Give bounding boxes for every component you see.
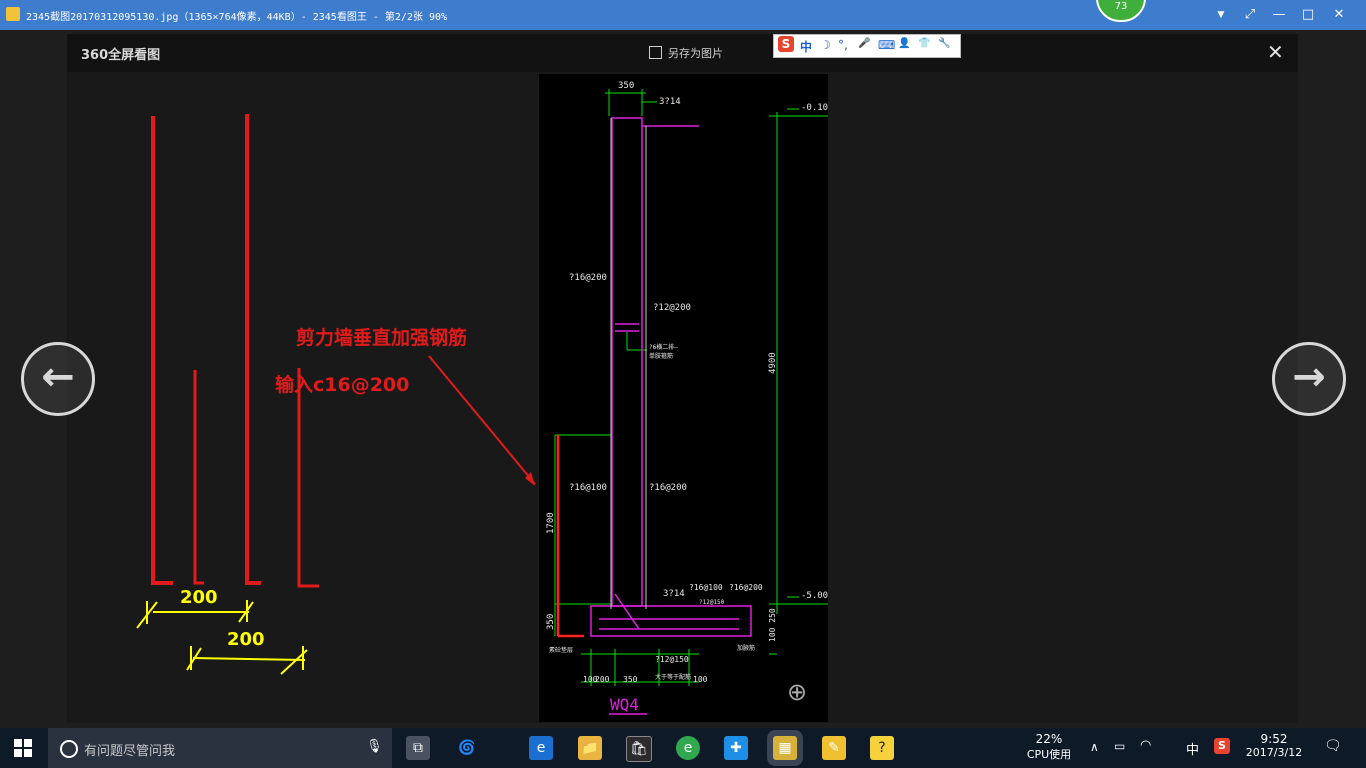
- search-placeholder: 有问题尽管问我: [84, 744, 176, 759]
- keyboard-icon[interactable]: ⌨: [878, 38, 895, 52]
- save-as-label: 另存为图片: [668, 47, 723, 60]
- sogou-logo-icon[interactable]: S: [778, 36, 794, 52]
- wifi-icon[interactable]: ◠: [1140, 738, 1151, 753]
- cpu-label: CPU使用: [1026, 748, 1072, 761]
- battery-icon[interactable]: ▭: [1114, 739, 1125, 753]
- dim-bottom-4: 100: [693, 675, 708, 684]
- maximize-button[interactable]: □: [1299, 6, 1317, 24]
- score-badge[interactable]: 73: [1096, 0, 1146, 22]
- dim-bottom-3: 350: [623, 675, 638, 684]
- dim-bottom-2: 200: [595, 675, 610, 684]
- label-rebar-a: ?16@200: [569, 273, 607, 283]
- viewer-close-icon[interactable]: ✕: [1267, 40, 1284, 64]
- cpu-usage[interactable]: 22% CPU使用: [1020, 732, 1078, 762]
- label-rebar-h: ?16@200: [729, 583, 763, 592]
- sogou-tray-icon[interactable]: S: [1214, 738, 1230, 754]
- save-icon: [649, 46, 662, 59]
- 360-browser-icon[interactable]: e: [676, 736, 700, 760]
- label-rebar-j: ?12@150: [699, 599, 725, 606]
- windows-start-icon[interactable]: [14, 739, 32, 757]
- arrow-right-icon: →: [1292, 354, 1326, 400]
- next-image-button[interactable]: →: [1272, 342, 1346, 416]
- settings-wrench-icon[interactable]: 🔧: [938, 38, 950, 49]
- cad-drawing: 350 3?14 -0.100 -5.000 ?16@200 ?12@200 ?…: [539, 74, 828, 722]
- clock[interactable]: 9:52 2017/3/12: [1244, 732, 1304, 759]
- mic-icon[interactable]: 🎤: [858, 38, 870, 49]
- notification-center-icon[interactable]: 🗨: [1324, 738, 1342, 754]
- label-rebar-g: ?16@100: [689, 583, 723, 592]
- 2345-viewer-taskbar-icon[interactable]: ▦: [773, 736, 797, 760]
- annotation-title: 剪力墙垂直加强钢筋: [296, 327, 468, 349]
- tray-chevron-up-icon[interactable]: ∧: [1090, 740, 1099, 754]
- task-view-icon[interactable]: ⧉: [406, 736, 430, 760]
- dimension-label-2: 200: [227, 629, 265, 650]
- dimension-label-1: 200: [180, 587, 218, 608]
- user-icon[interactable]: 👤: [898, 38, 910, 49]
- cad-drawing-svg: 350 3?14 -0.100 -5.000 ?16@200 ?12@200 ?…: [546, 81, 828, 715]
- app-icon: [6, 7, 20, 21]
- label-rebar-f: 3?14: [663, 589, 685, 599]
- dim-100-250: 100 250: [768, 608, 777, 642]
- dropdown-icon[interactable]: ▼: [1212, 6, 1230, 24]
- file-explorer-icon[interactable]: 📁: [578, 736, 602, 760]
- label-rebar-i: ?12@150: [655, 655, 689, 664]
- label-rebar-e: ?16@200: [649, 483, 687, 493]
- annotation-subtitle: 输入c16@200: [275, 374, 410, 396]
- label-right-note: 加腋筋: [737, 644, 755, 652]
- microphone-icon[interactable]: 🎙: [366, 739, 383, 754]
- save-as-button[interactable]: 另存为图片: [649, 45, 723, 61]
- clock-time: 9:52: [1260, 732, 1288, 746]
- store-icon[interactable]: 🛍: [626, 736, 652, 762]
- label-mid-note: 大于等于配筋: [655, 673, 691, 681]
- label-left-note: 素砼垫层: [549, 646, 573, 654]
- image-viewer: 360全屏看图 另存为图片 S 中 ☽ °, 🎤 ⌨ 👤 👕 🔧 ✕ 350 3…: [21, 34, 1346, 723]
- dim-base-thickness: 350: [546, 614, 556, 630]
- edge-browser-icon[interactable]: e: [529, 736, 553, 760]
- close-button[interactable]: ✕: [1330, 6, 1348, 24]
- punctuation-icon[interactable]: °,: [838, 38, 848, 52]
- label-rebar-c: ?6横二排—: [649, 343, 678, 351]
- label-top-level: -0.100: [801, 103, 828, 113]
- dim-top-width: 350: [618, 81, 634, 91]
- window-title: 2345截图20170312095130.jpg（1365×764像素，44KB…: [26, 12, 448, 23]
- spiral-app-icon[interactable]: 🌀: [455, 736, 479, 760]
- cortana-search-box[interactable]: 有问题尽管问我 🎙: [48, 728, 392, 768]
- help-app-icon[interactable]: ?: [870, 736, 894, 760]
- remote-app-icon[interactable]: ✚: [724, 736, 748, 760]
- taskbar: 有问题尽管问我 🎙 ⧉ 🌀 e 📁 🛍 e ✚ ▦ ✎ ? 22% CPU使用 …: [0, 728, 1366, 768]
- minimize-button[interactable]: —: [1270, 6, 1288, 24]
- dim-height: 4900: [768, 352, 778, 374]
- label-rebar-c2: 单肢箍筋: [649, 352, 673, 360]
- ime-toolbar[interactable]: S 中 ☽ °, 🎤 ⌨ 👤 👕 🔧: [773, 34, 961, 58]
- ime-lang[interactable]: 中: [800, 38, 812, 55]
- dim-lower-height: 1700: [546, 512, 556, 534]
- notepad-app-icon[interactable]: ✎: [822, 736, 846, 760]
- label-bottom-level: -5.000: [801, 591, 828, 601]
- label-top-rebar: 3?14: [659, 97, 681, 107]
- zoom-in-icon[interactable]: ⊕: [787, 678, 807, 706]
- window-titlebar: 2345截图20170312095130.jpg（1365×764像素，44KB…: [0, 0, 1366, 30]
- skin-icon[interactable]: 👕: [918, 38, 930, 49]
- cortana-icon: [60, 740, 78, 758]
- cpu-percent: 22%: [1035, 732, 1063, 746]
- moon-icon[interactable]: ☽: [820, 38, 831, 52]
- input-language[interactable]: 中: [1186, 739, 1199, 758]
- label-rebar-d: ?16@100: [569, 483, 607, 493]
- fullscreen-icon[interactable]: ⤢: [1241, 6, 1259, 24]
- clock-date: 2017/3/12: [1245, 746, 1303, 759]
- drawing-name: WQ4: [610, 695, 639, 714]
- label-rebar-b: ?12@200: [653, 303, 691, 313]
